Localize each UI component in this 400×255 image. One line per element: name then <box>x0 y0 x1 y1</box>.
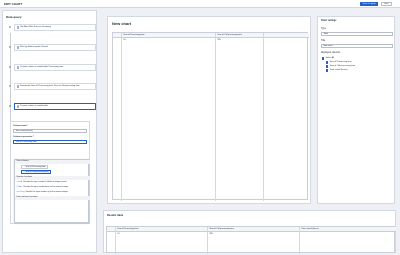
type-label: Type <box>321 28 326 30</box>
chart-settings-panel: Chart settings Type Table Title New char… <box>317 16 395 204</box>
function-desc: Rounds the input number up to the neares… <box>25 191 69 193</box>
expression-token: Sum of Processing time <box>15 141 37 143</box>
function-name: round <box>16 180 23 183</box>
page-title: EDIT CHART <box>4 2 23 6</box>
results-table: Sum of Processing time Sum of Old proces… <box>106 226 396 254</box>
column-icon <box>16 105 19 108</box>
column-expression-input[interactable]: Sum of Processing time <box>13 140 87 145</box>
column-expression-label: Column expression * <box>13 136 34 138</box>
step-dot <box>9 85 12 88</box>
function-desc: Rounds the input number. Defaults to int… <box>23 181 67 183</box>
function-name: ceiling <box>16 190 25 193</box>
step-custom-column[interactable]: Custom column in model table Processing … <box>14 64 96 72</box>
function-option[interactable]: roundRounds the input number. Defaults t… <box>17 180 67 185</box>
results-table-panel: Results table Sum of Processing time Sum… <box>103 210 396 254</box>
table-header: Sum of Processing time Sum of Old proces… <box>113 33 309 38</box>
filter-icon <box>16 46 19 49</box>
sigma-icon <box>16 85 19 88</box>
table-cell: 16 <box>123 39 126 41</box>
column-checkbox[interactable]: Time saved (hours) <box>326 69 347 72</box>
type-select[interactable]: Table <box>321 32 393 36</box>
function-desc: Rounds the input number down to the near… <box>23 186 69 188</box>
column-name-input[interactable]: Time saved (hours) <box>13 129 87 134</box>
settings-heading: Chart settings <box>321 20 337 22</box>
table-cell: 16 <box>117 233 120 235</box>
step-dot <box>9 26 12 29</box>
database-icon <box>16 26 19 29</box>
results-title: Results table <box>107 214 124 217</box>
step-summarize[interactable]: Summarize Sum of Processing time, Sum of… <box>14 83 96 91</box>
step-label: Custom column in model table <box>20 105 48 108</box>
step-filter[interactable]: Filter by Status equals Closed <box>14 44 96 52</box>
custom-column-editor: Column name * Time saved (hours) Column … <box>10 121 90 224</box>
function-option[interactable]: ceilingRounds the input number up to the… <box>17 190 69 195</box>
save-apply-button[interactable]: Save & apply <box>360 2 378 6</box>
date-functions-header: Date and time functions <box>15 196 90 200</box>
table-cell: 285 <box>209 233 213 235</box>
column-option[interactable]: Sum of Processing time <box>21 165 48 169</box>
step-dot <box>9 46 12 49</box>
step-custom-column-active[interactable]: Custom column in model table <box>14 103 96 111</box>
top-bar: EDIT CHART Save & apply Exit <box>0 0 400 8</box>
data-query-panel: Data query Use Alert Rule Success Scanni… <box>2 10 97 253</box>
step-label: Use Alert Rule Success Scanning <box>20 26 51 29</box>
data-columns-header: Data columns <box>15 160 90 164</box>
step-label: Custom column in model table Processing … <box>20 66 64 69</box>
table-header: Sum of Processing time Sum of Old proces… <box>107 227 396 232</box>
column-checkbox[interactable]: Sum of Old processing time <box>326 65 355 68</box>
title-label: Title <box>321 40 326 42</box>
chart-canvas: New chart Sum of Processing time Sum of … <box>107 16 311 204</box>
step-label: Filter by Status equals Closed <box>20 46 48 49</box>
step-label: Summarize Sum of Processing time, Sum of… <box>20 85 80 88</box>
title-input[interactable]: New chart <box>321 44 393 48</box>
step-source[interactable]: Use Alert Rule Success Scanning <box>14 24 96 32</box>
function-name: floor <box>16 185 23 188</box>
step-dot <box>9 66 12 69</box>
data-query-heading: Data query <box>6 15 22 19</box>
table-cell: 285 <box>217 39 221 41</box>
step-dot <box>9 105 12 108</box>
chart-table: Sum of Processing time Sum of Old proces… <box>112 32 309 201</box>
function-option[interactable]: floorRounds the input number down to the… <box>17 185 69 190</box>
select-all-checkbox[interactable]: Select All <box>322 57 334 60</box>
exit-button[interactable]: Exit <box>381 2 392 6</box>
column-header[interactable]: Time saved (hours) <box>300 227 318 232</box>
column-name-label: Column name * <box>13 125 29 127</box>
displayed-columns-label: Displayed columns <box>321 52 341 54</box>
column-checkbox[interactable]: Sum of Processing time <box>326 61 352 64</box>
column-option-selected[interactable]: Sum of Old processing time <box>21 170 52 174</box>
chart-title: New chart <box>112 21 132 26</box>
column-icon <box>16 66 19 69</box>
expression-autocomplete: Data columns Sum of Processing time Sum … <box>14 159 90 223</box>
